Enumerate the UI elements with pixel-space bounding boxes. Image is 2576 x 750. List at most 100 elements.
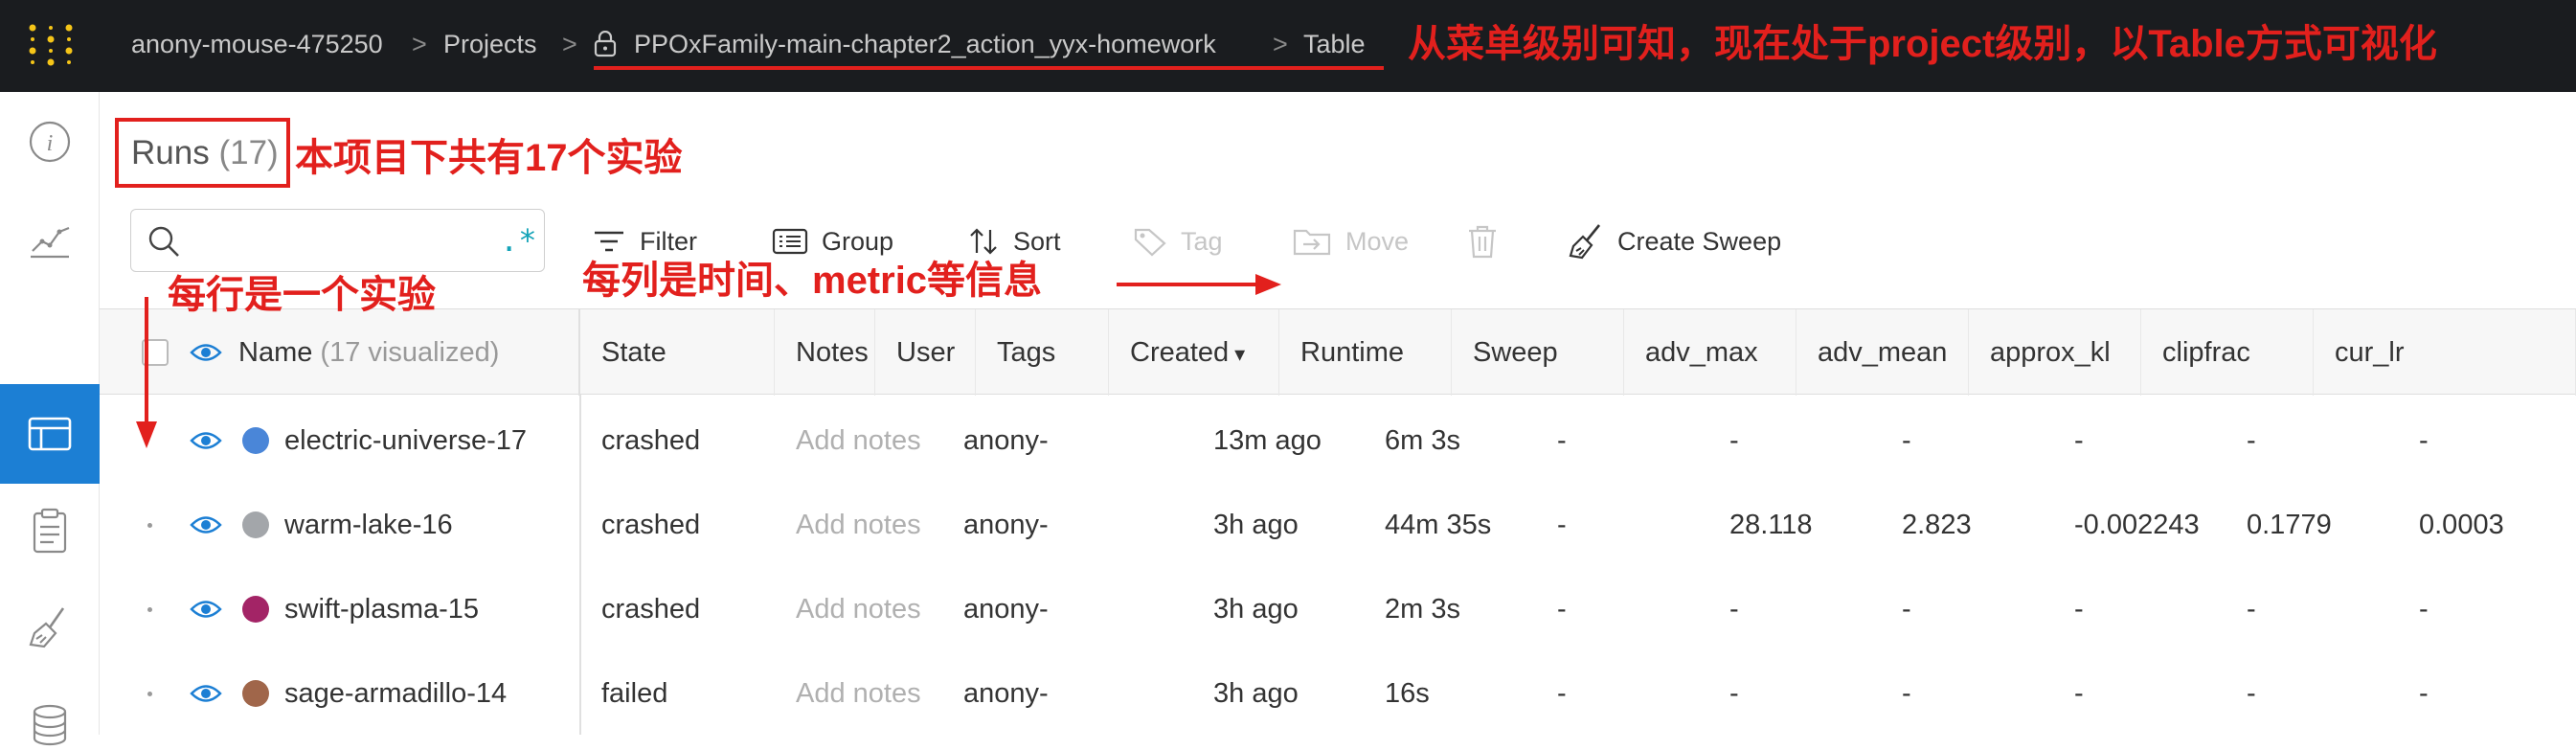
row-bullet <box>147 523 152 528</box>
name-column-divider <box>579 395 581 735</box>
annotation-menu-level: 从菜单级别可知，现在处于project级别，以Table方式可视化 <box>1408 23 2437 65</box>
table-row[interactable]: electric-universe-17 crashed Add notes a… <box>100 398 2576 483</box>
sort-label: Sort <box>1013 226 1061 256</box>
runs-title-label: Runs <box>131 134 210 171</box>
wandb-logo[interactable] <box>27 23 75 67</box>
column-header-cur-lr[interactable]: cur_lr <box>2314 309 2576 396</box>
annotation-arrow-right <box>1117 274 1281 295</box>
search-icon <box>148 226 179 257</box>
column-header-sweep[interactable]: Sweep <box>1452 309 1624 396</box>
cell-notes[interactable]: Add notes <box>775 567 921 651</box>
run-color-dot[interactable] <box>242 511 269 538</box>
column-header-adv-max[interactable]: adv_max <box>1624 309 1796 396</box>
cell-notes[interactable]: Add notes <box>775 651 921 736</box>
cell-runtime: 2m 3s <box>1385 594 1460 625</box>
run-color-dot[interactable] <box>242 596 269 623</box>
cell-adv-max: - <box>1729 594 1739 625</box>
breadcrumb-table[interactable]: Table <box>1303 28 1366 60</box>
cell-clipfrac: - <box>2247 425 2256 456</box>
run-name[interactable]: electric-universe-17 <box>284 398 527 483</box>
artifacts-icon[interactable] <box>25 700 75 750</box>
cell-adv-max: - <box>1729 678 1739 709</box>
row-bullet <box>147 607 152 612</box>
column-header-created[interactable]: Created ▾ <box>1109 309 1279 396</box>
run-color-dot[interactable] <box>242 427 269 454</box>
cell-created: 3h ago <box>1213 510 1299 540</box>
cell-user: anony- <box>963 594 1049 625</box>
cell-clipfrac: - <box>2247 594 2256 625</box>
eye-icon[interactable] <box>190 342 222 363</box>
cell-approx-kl: - <box>2074 425 2084 456</box>
create-sweep-label: Create Sweep <box>1617 226 1782 256</box>
breadcrumb-projects[interactable]: Projects <box>443 28 537 60</box>
delete-button[interactable] <box>1463 222 1515 261</box>
table-row[interactable]: warm-lake-16 crashed Add notes anony- 3h… <box>100 483 2576 567</box>
column-header-state[interactable]: State <box>580 309 775 396</box>
cell-sweep: - <box>1557 678 1567 709</box>
group-button[interactable]: Group <box>772 222 893 261</box>
cell-cur-lr: - <box>2419 594 2429 625</box>
sidebar: i <box>0 92 100 746</box>
cell-state: crashed <box>601 510 701 540</box>
column-header-approx-kl[interactable]: approx_kl <box>1969 309 2141 396</box>
breadcrumb-entity[interactable]: anony-mouse-475250 <box>131 28 383 60</box>
cell-adv-max: 28.118 <box>1729 510 1813 540</box>
cell-adv-max: - <box>1729 425 1739 456</box>
move-button[interactable]: Move <box>1292 222 1409 261</box>
filter-label: Filter <box>640 226 697 256</box>
cell-notes[interactable]: Add notes <box>775 483 921 567</box>
column-header-user[interactable]: User <box>875 309 976 396</box>
cell-user: anony- <box>963 678 1049 709</box>
tag-button[interactable]: Tag <box>1133 222 1223 261</box>
trash-icon <box>1469 225 1496 259</box>
column-header-tags[interactable]: Tags <box>976 309 1109 396</box>
cell-sweep: - <box>1557 425 1567 456</box>
eye-icon[interactable] <box>190 599 222 620</box>
table-row[interactable]: swift-plasma-15 crashed Add notes anony-… <box>100 567 2576 651</box>
run-name[interactable]: swift-plasma-15 <box>284 567 479 651</box>
tag-label: Tag <box>1181 226 1223 256</box>
cell-runtime: 16s <box>1385 678 1430 709</box>
create-sweep-button[interactable]: Create Sweep <box>1568 222 1781 261</box>
eye-icon[interactable] <box>190 683 222 704</box>
column-header-clipfrac[interactable]: clipfrac <box>2141 309 2314 396</box>
table-row[interactable]: sage-armadillo-14 failed Add notes anony… <box>100 651 2576 736</box>
cell-user: anony- <box>963 425 1049 456</box>
run-name[interactable]: sage-armadillo-14 <box>284 651 507 736</box>
column-header-notes[interactable]: Notes <box>775 309 875 396</box>
cell-sweep: - <box>1557 510 1567 540</box>
table-icon[interactable] <box>25 409 75 459</box>
cell-clipfrac: 0.1779 <box>2247 510 2332 540</box>
cell-approx-kl: -0.002243 <box>2074 510 2200 540</box>
sort-button[interactable]: Sort <box>967 222 1061 261</box>
name-header-count: (17 visualized) <box>320 337 500 368</box>
report-icon[interactable] <box>25 506 75 556</box>
cell-adv-mean: - <box>1902 678 1911 709</box>
eye-icon[interactable] <box>190 514 222 535</box>
column-header-runtime[interactable]: Runtime <box>1279 309 1452 396</box>
lock-icon <box>594 31 617 57</box>
sweep-icon[interactable] <box>25 602 75 652</box>
group-icon <box>772 228 808 255</box>
charts-icon[interactable] <box>25 215 75 264</box>
breadcrumb-separator: > <box>1273 30 1288 58</box>
top-bar: anony-mouse-475250 > Projects > PPOxFami… <box>0 0 2576 92</box>
regex-toggle-icon[interactable]: .* <box>500 221 537 260</box>
cell-adv-mean: 2.823 <box>1902 510 1972 540</box>
tag-icon <box>1134 228 1166 257</box>
info-icon[interactable]: i <box>25 117 75 167</box>
move-folder-icon <box>1293 229 1331 256</box>
eye-icon[interactable] <box>190 430 222 451</box>
annotation-runs-count: 本项目下共有17个实验 <box>295 137 683 179</box>
name-column-header[interactable]: Name (17 visualized) <box>100 309 580 396</box>
cell-notes[interactable]: Add notes <box>775 398 921 483</box>
breadcrumb-project[interactable]: PPOxFamily-main-chapter2_action_yyx-home… <box>634 28 1216 60</box>
runs-table: Name (17 visualized) State Notes User Ta… <box>100 308 2576 735</box>
run-color-dot[interactable] <box>242 680 269 707</box>
search-input[interactable]: .* <box>130 209 545 272</box>
run-name[interactable]: warm-lake-16 <box>284 483 453 567</box>
row-bullet <box>147 692 152 696</box>
column-header-adv-mean[interactable]: adv_mean <box>1796 309 1969 396</box>
sort-icon <box>970 228 997 255</box>
filter-button[interactable]: Filter <box>592 222 697 261</box>
